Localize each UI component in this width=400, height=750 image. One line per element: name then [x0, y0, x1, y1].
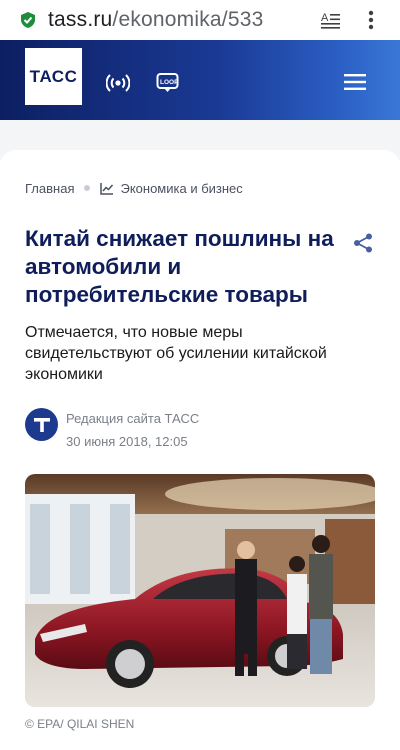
svg-text:A: A [321, 12, 329, 24]
tass-logo[interactable]: ТАСС [25, 48, 82, 105]
publish-date: 30 июня 2018, 12:05 [66, 434, 188, 449]
breadcrumb-separator [84, 185, 91, 191]
url-path: /ekonomika/533 [112, 8, 264, 31]
url-host: tass.ru [48, 8, 113, 31]
photo-credit: © EPA/ QILAI SHEN [25, 717, 135, 731]
svg-text:LOOP: LOOP [160, 79, 179, 86]
reader-mode-icon[interactable]: A [320, 10, 342, 32]
author-avatar[interactable] [25, 408, 58, 441]
url-fade [290, 6, 312, 34]
shield-check-icon [21, 12, 35, 28]
tass-t-logo-icon [33, 417, 50, 432]
article-title: Китай снижает пошлины на автомобили и по… [25, 226, 334, 307]
article-photo[interactable] [25, 474, 375, 707]
url-field[interactable]: tass.ru/ekonomika/533 [48, 7, 310, 33]
article-lead: Отмечается, что новые меры свидетельству… [25, 324, 327, 383]
more-menu-icon[interactable] [366, 9, 376, 31]
author-name[interactable]: Редакция сайта ТАСС [66, 411, 199, 426]
breadcrumb: Главная Экономика и бизнес [25, 180, 243, 196]
loop-icon[interactable]: LOOP [156, 71, 179, 93]
breadcrumb-section-link[interactable]: Экономика и бизнес [120, 181, 242, 196]
browser-url-bar: tass.ru/ekonomika/533 A [0, 0, 400, 40]
share-icon[interactable] [352, 232, 374, 254]
radio-broadcast-icon[interactable] [106, 73, 130, 93]
site-header: ТАСС LOOP [0, 40, 400, 120]
car-showroom-image [25, 474, 375, 707]
chart-line-icon [100, 182, 114, 195]
breadcrumb-home-link[interactable]: Главная [25, 181, 74, 196]
hamburger-menu-icon[interactable] [344, 74, 366, 90]
